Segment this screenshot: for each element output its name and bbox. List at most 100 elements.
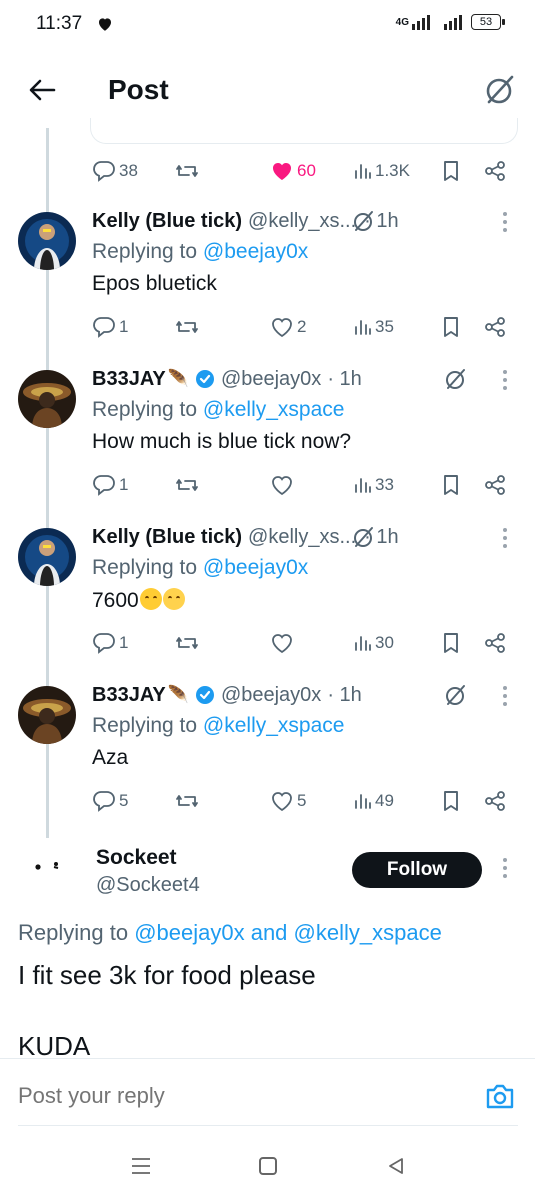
reply-count: 1 [119, 317, 129, 336]
views-button[interactable]: 49 [354, 786, 394, 816]
mention-link[interactable]: @kelly_xspace [203, 714, 345, 737]
home-icon[interactable] [259, 1157, 277, 1175]
more-vertical-icon[interactable] [500, 856, 510, 880]
like-count: 5 [297, 791, 307, 810]
views-icon [355, 794, 371, 809]
handle[interactable]: @kelly_xs... [248, 210, 356, 233]
share-button[interactable] [484, 628, 506, 658]
bookmark-button[interactable] [442, 156, 460, 186]
share-button[interactable] [484, 786, 506, 816]
mention-link[interactable]: @kelly_xspace [294, 920, 442, 945]
reply-tweet[interactable]: Kelly (Blue tick) @kelly_xs... · 1h Repl… [0, 522, 535, 672]
more-vertical-icon[interactable] [500, 368, 510, 392]
repost-button[interactable] [174, 470, 200, 500]
share-button[interactable] [484, 312, 506, 342]
display-name[interactable]: B33JAY [92, 368, 166, 391]
repost-button[interactable] [174, 312, 200, 342]
reply-button[interactable]: 1 [92, 470, 128, 500]
avatar[interactable] [18, 686, 76, 744]
reply-input[interactable] [18, 1083, 438, 1109]
avatar[interactable] [18, 370, 76, 428]
tweet-text: Aza [92, 746, 129, 769]
share-button[interactable] [484, 156, 506, 186]
heart-status-icon [99, 18, 111, 31]
display-name[interactable]: Kelly (Blue tick) [92, 526, 242, 549]
heart-icon [272, 634, 292, 654]
views-icon [355, 164, 371, 179]
display-name[interactable]: Sockeet [96, 846, 177, 870]
repost-button[interactable] [174, 156, 200, 186]
repost-button[interactable] [174, 786, 200, 816]
battery-icon: 53 [471, 14, 505, 30]
bookmark-button[interactable] [442, 628, 460, 658]
share-icon [485, 161, 505, 181]
follow-button[interactable]: Follow [352, 852, 482, 888]
avatar[interactable] [18, 212, 76, 270]
reply-tweet[interactable]: B33JAY 🪶 @beejay0x · 1h Replying to @kel… [0, 364, 535, 514]
page-title: Post [108, 74, 169, 105]
reply-button[interactable]: 5 [92, 786, 128, 816]
share-button[interactable] [484, 470, 506, 500]
like-button[interactable] [270, 628, 297, 658]
views-icon [355, 320, 371, 335]
views-button[interactable]: 35 [354, 312, 394, 342]
bookmark-button[interactable] [442, 470, 460, 500]
camera-icon[interactable] [484, 1081, 516, 1111]
heart-filled-icon [273, 163, 291, 180]
display-name[interactable]: Kelly (Blue tick) [92, 210, 242, 233]
reply-button[interactable]: 1 [92, 312, 128, 342]
menu-icon[interactable] [130, 1156, 152, 1176]
bookmark-button[interactable] [442, 312, 460, 342]
mention-link[interactable]: @beejay0x [203, 240, 308, 263]
handle[interactable]: @beejay0x [221, 684, 321, 707]
back-triangle-icon[interactable] [386, 1156, 406, 1176]
views-count: 35 [375, 317, 394, 336]
repost-icon [176, 165, 198, 177]
grok-icon[interactable] [350, 524, 376, 550]
more-vertical-icon[interactable] [500, 526, 510, 550]
reply-button[interactable]: 1 [92, 628, 128, 658]
share-icon [485, 317, 505, 337]
grok-icon[interactable] [350, 208, 376, 234]
like-button[interactable]: 60 [270, 156, 316, 186]
views-icon [355, 636, 371, 651]
reply-button[interactable]: 38 [92, 156, 138, 186]
repost-icon [176, 479, 198, 491]
comment-icon [93, 161, 115, 182]
bookmark-button[interactable] [442, 786, 460, 816]
reply-tweet[interactable]: Kelly (Blue tick) @kelly_xs... · 1h Repl… [0, 206, 535, 356]
more-vertical-icon[interactable] [500, 210, 510, 234]
handle[interactable]: @Sockeet4 [96, 874, 200, 897]
mention-link[interactable]: @beejay0x [203, 556, 308, 579]
views-button[interactable]: 30 [354, 628, 394, 658]
avatar[interactable] [24, 848, 74, 888]
views-button[interactable]: 1.3K [354, 156, 410, 186]
avatar[interactable] [18, 528, 76, 586]
mention-link[interactable]: @beejay0x [134, 920, 244, 945]
action-bar: 5 5 49 [92, 786, 512, 816]
views-button[interactable]: 33 [354, 470, 394, 500]
like-button[interactable]: 5 [270, 786, 306, 816]
mention-link[interactable]: @kelly_xspace [203, 398, 345, 421]
like-button[interactable]: 2 [270, 312, 306, 342]
like-button[interactable] [270, 470, 297, 500]
more-vertical-icon[interactable] [500, 684, 510, 708]
divider [18, 1125, 518, 1126]
replying-to: Replying to @kelly_xspace [92, 714, 345, 737]
display-name[interactable]: B33JAY [92, 684, 166, 707]
handle[interactable]: @beejay0x [221, 368, 321, 391]
repost-button[interactable] [174, 628, 200, 658]
handle[interactable]: @kelly_xs... [248, 526, 356, 549]
status-time: 11:37 [36, 13, 83, 34]
views-count: 30 [375, 633, 394, 652]
views-count: 49 [375, 791, 394, 810]
top-action-bar: 38 60 1.3K [92, 156, 512, 186]
system-nav-bar [0, 1140, 535, 1199]
grok-icon[interactable] [442, 682, 468, 708]
signal-icon-2 [444, 15, 462, 30]
grok-icon[interactable] [481, 72, 517, 108]
reply-tweet[interactable]: B33JAY 🪶 @beejay0x · 1h Replying to @kel… [0, 680, 535, 830]
grok-icon[interactable] [442, 366, 468, 392]
reply-count: 1 [119, 633, 129, 652]
back-button[interactable] [26, 74, 58, 106]
